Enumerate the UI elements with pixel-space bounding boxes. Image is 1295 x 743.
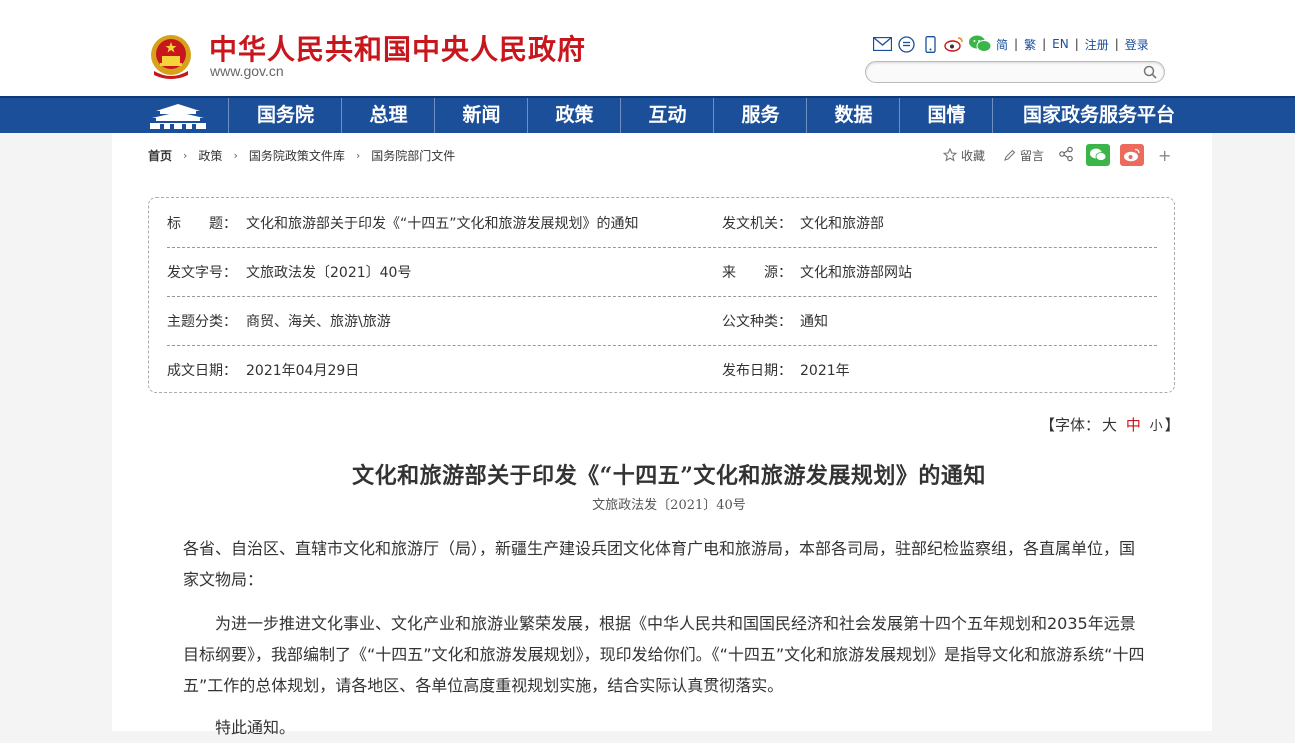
lang-traditional-link[interactable]: 繁 xyxy=(1024,36,1036,53)
title-value: 文化和旅游部关于印发《“十四五”文化和旅游发展规划》的通知 xyxy=(246,216,639,232)
article-paragraph: 各省、自治区、直辖市文化和旅游厅（局），新疆生产建设兵团文化体育广电和旅游局，本… xyxy=(183,539,1136,589)
docno-label: 发文字号： xyxy=(167,265,237,281)
nav-item-news[interactable]: 新闻 xyxy=(434,98,528,133)
info-row: 成文日期： 2021年04月29日 发布日期： 2021年 xyxy=(167,345,1157,394)
article-doc-number: 文旅政法发〔2021〕40号 xyxy=(592,498,746,513)
star-icon xyxy=(943,148,957,162)
chevron-right-icon: › xyxy=(183,149,188,162)
separator: | xyxy=(1074,37,1079,51)
site-url[interactable]: www.gov.cn xyxy=(210,63,284,79)
info-row: 主题分类： 商贸、海关、旅游\旅游 公文种类： 通知 xyxy=(167,296,1157,346)
favorite-label: 收藏 xyxy=(961,148,986,163)
article-paragraph: 为进一步推进文化事业、文化产业和旅游业繁荣发展，根据《中华人民共和国国民经济和社… xyxy=(183,614,1145,695)
more-share-button[interactable]: + xyxy=(1158,146,1171,165)
font-size-small-link[interactable]: 小 xyxy=(1150,419,1163,434)
favorite-button[interactable]: 收藏 xyxy=(943,147,985,164)
pubdate-value: 2021年 xyxy=(800,363,850,379)
main-nav: 国务院 总理 新闻 政策 互动 服务 数据 国情 国家政务服务平台 xyxy=(0,96,1295,133)
breadcrumb: 首页 › 政策 › 国务院政策文件库 › 国务院部门文件 xyxy=(148,147,455,164)
font-size-large-link[interactable]: 大 xyxy=(1102,416,1117,434)
source-label: 来 源： xyxy=(722,265,792,281)
nav-item-state-council[interactable]: 国务院 xyxy=(228,98,342,133)
share-weibo-button[interactable] xyxy=(1120,144,1145,166)
breadcrumb-policy-library[interactable]: 国务院政策文件库 xyxy=(249,147,345,164)
register-link[interactable]: 注册 xyxy=(1085,36,1109,53)
pubdate-label: 发布日期： xyxy=(722,363,792,379)
separator: | xyxy=(1042,37,1047,51)
weibo-icon xyxy=(1124,148,1140,162)
article-title: 文化和旅游部关于印发《“十四五”文化和旅游发展规划》的通知 xyxy=(352,463,986,489)
nav-item-services[interactable]: 服务 xyxy=(713,98,807,133)
source-value: 文化和旅游部网站 xyxy=(800,265,912,281)
wechat-icon[interactable] xyxy=(968,35,992,53)
nav-item-gov-service-platform[interactable]: 国家政务服务平台 xyxy=(992,98,1205,133)
search-input[interactable] xyxy=(876,63,1140,83)
nav-item-policy[interactable]: 政策 xyxy=(527,98,621,133)
nav-item-interaction[interactable]: 互动 xyxy=(620,98,714,133)
separator: | xyxy=(1014,37,1019,51)
document-info-table: 标 题： 文化和旅游部关于印发《“十四五”文化和旅游发展规划》的通知 发文机关：… xyxy=(148,197,1175,393)
doctype-value: 通知 xyxy=(800,314,828,330)
topic-value: 商贸、海关、旅游\旅游 xyxy=(246,314,391,330)
comment-label: 留言 xyxy=(1020,148,1045,163)
font-size-switcher: 【字体：大 中 小】 xyxy=(1040,414,1180,435)
info-row: 标 题： 文化和旅游部关于印发《“十四五”文化和旅游发展规划》的通知 发文机关：… xyxy=(167,198,1157,248)
font-size-suffix: 】 xyxy=(1164,416,1180,434)
mail-icon[interactable] xyxy=(872,35,892,53)
site-header: 中华人民共和国中央人民政府 www.gov.cn 简 | 繁 | EN | 注册… xyxy=(0,0,1295,96)
tiananmen-logo-icon[interactable] xyxy=(146,101,210,131)
breadcrumb-home[interactable]: 首页 xyxy=(148,147,172,164)
font-size-prefix: 【字体： xyxy=(1040,416,1101,434)
lang-simplified-link[interactable]: 简 xyxy=(996,36,1008,53)
info-row: 发文字号： 文旅政法发〔2021〕40号 来 源： 文化和旅游部网站 xyxy=(167,247,1157,297)
wechat-icon xyxy=(1090,148,1107,161)
nav-item-data[interactable]: 数据 xyxy=(806,98,900,133)
docno-value: 文旅政法发〔2021〕40号 xyxy=(246,265,412,281)
chevron-right-icon: › xyxy=(233,149,238,162)
font-size-medium-link[interactable]: 中 xyxy=(1126,416,1141,434)
date-label: 成文日期： xyxy=(167,363,237,379)
article-paragraph: 特此通知。 xyxy=(215,718,296,737)
chevron-right-icon: › xyxy=(355,149,361,162)
issuer-label: 发文机关： xyxy=(722,216,792,232)
lang-english-link[interactable]: EN xyxy=(1052,37,1069,51)
header-utility-bar: 简 | 繁 | EN | 注册 | 登录 xyxy=(872,34,1149,54)
nav-item-premier[interactable]: 总理 xyxy=(341,98,435,133)
topic-label: 主题分类： xyxy=(167,314,237,330)
comment-button[interactable]: 留言 xyxy=(1003,147,1044,164)
title-label: 标 题： xyxy=(167,216,237,232)
search-icon[interactable] xyxy=(1142,64,1158,80)
pencil-icon xyxy=(1004,149,1016,161)
mobile-icon[interactable] xyxy=(920,35,940,53)
nav-item-national-info[interactable]: 国情 xyxy=(899,98,993,133)
national-emblem-icon xyxy=(151,35,191,79)
search-box xyxy=(865,61,1165,83)
date-value: 2021年04月29日 xyxy=(246,363,360,379)
doctype-label: 公文种类： xyxy=(722,314,792,330)
breadcrumb-policy[interactable]: 政策 xyxy=(198,147,222,164)
breadcrumb-department-docs[interactable]: 国务院部门文件 xyxy=(371,147,455,164)
article-tools: 收藏 留言 + xyxy=(943,144,1171,166)
weibo-icon[interactable] xyxy=(944,35,964,53)
message-icon[interactable] xyxy=(896,35,916,53)
separator: | xyxy=(1114,37,1119,51)
issuer-value: 文化和旅游部 xyxy=(800,216,884,232)
site-title[interactable]: 中华人民共和国中央人民政府 xyxy=(209,28,586,68)
share-icon[interactable] xyxy=(1058,146,1074,165)
share-wechat-button[interactable] xyxy=(1086,144,1111,166)
login-link[interactable]: 登录 xyxy=(1125,36,1149,53)
